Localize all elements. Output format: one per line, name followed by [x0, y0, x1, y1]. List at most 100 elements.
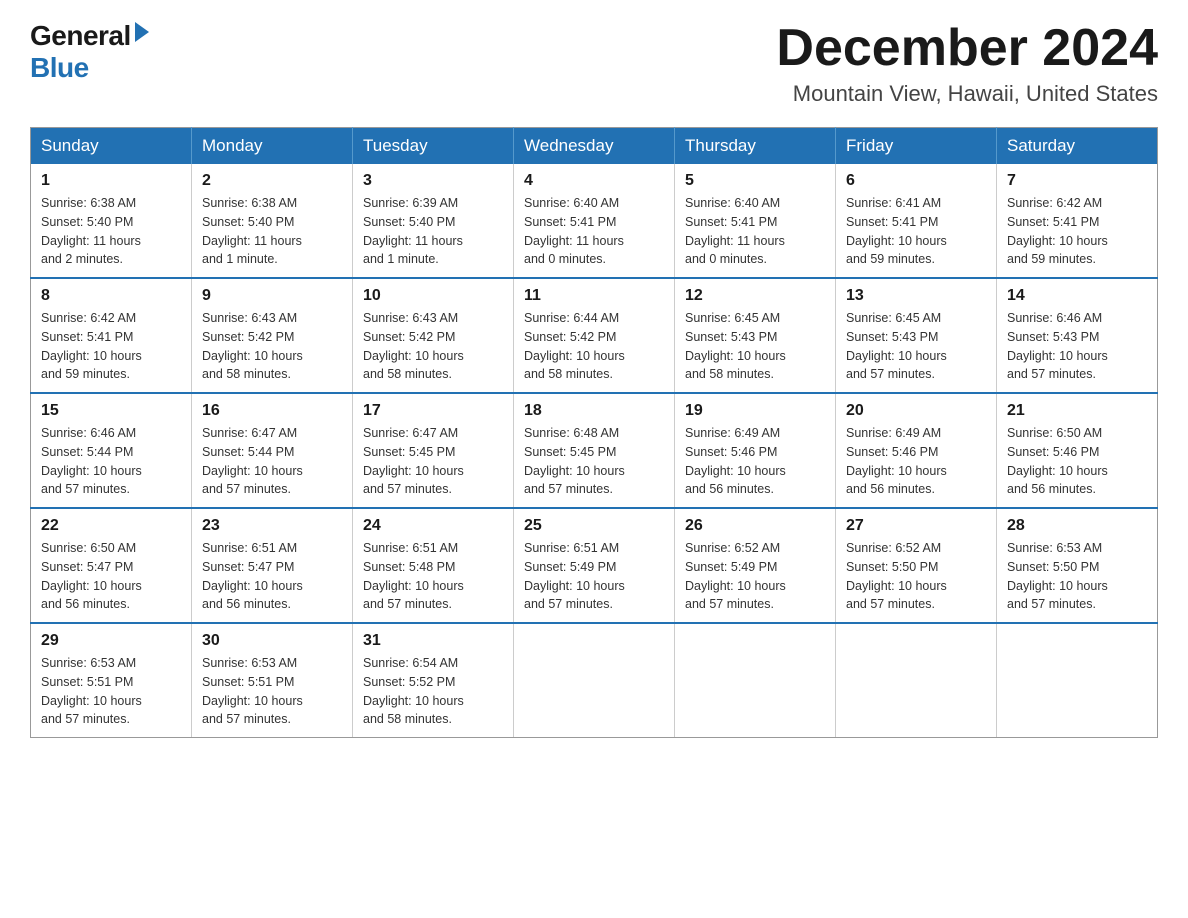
day-number: 21	[1007, 402, 1147, 420]
day-number: 15	[41, 402, 181, 420]
day-number: 18	[524, 402, 664, 420]
calendar-cell: 7Sunrise: 6:42 AM Sunset: 5:41 PM Daylig…	[997, 164, 1158, 278]
day-number: 16	[202, 402, 342, 420]
calendar-header-wednesday: Wednesday	[514, 128, 675, 165]
calendar-cell: 3Sunrise: 6:39 AM Sunset: 5:40 PM Daylig…	[353, 164, 514, 278]
day-number: 4	[524, 172, 664, 190]
day-info: Sunrise: 6:49 AM Sunset: 5:46 PM Dayligh…	[846, 424, 986, 499]
calendar-header-monday: Monday	[192, 128, 353, 165]
calendar-cell: 19 Sunrise: 6:49 AM Sunset: 5:46 PM Dayli…	[675, 393, 836, 508]
calendar-week-row: 15 Sunrise: 6:46 AM Sunset: 5:44 PM Dayli…	[31, 393, 1158, 508]
day-info: Sunrise: 6:48 AM Sunset: 5:45 PM Dayligh…	[524, 424, 664, 499]
calendar-cell: 11 Sunrise: 6:44 AM Sunset: 5:42 PM Dayli…	[514, 278, 675, 393]
day-number: 8	[41, 287, 181, 305]
day-number: 24	[363, 517, 503, 535]
day-number: 26	[685, 517, 825, 535]
calendar-cell: 26 Sunrise: 6:52 AM Sunset: 5:49 PM Dayli…	[675, 508, 836, 623]
logo: General Blue	[30, 20, 149, 84]
calendar-cell: 10Sunrise: 6:43 AM Sunset: 5:42 PM Dayli…	[353, 278, 514, 393]
day-info: Sunrise: 6:43 AM Sunset: 5:42 PM Dayligh…	[363, 309, 503, 384]
calendar-cell: 20 Sunrise: 6:49 AM Sunset: 5:46 PM Dayli…	[836, 393, 997, 508]
day-number: 13	[846, 287, 986, 305]
day-number: 14	[1007, 287, 1147, 305]
day-number: 19	[685, 402, 825, 420]
calendar-cell: 24Sunrise: 6:51 AM Sunset: 5:48 PM Dayli…	[353, 508, 514, 623]
calendar-cell	[514, 623, 675, 738]
day-info: Sunrise: 6:45 AM Sunset: 5:43 PM Dayligh…	[846, 309, 986, 384]
day-info: Sunrise: 6:51 AM Sunset: 5:47 PM Dayligh…	[202, 539, 342, 614]
calendar-week-row: 8 Sunrise: 6:42 AM Sunset: 5:41 PM Daylig…	[31, 278, 1158, 393]
day-number: 30	[202, 632, 342, 650]
day-info: Sunrise: 6:51 AM Sunset: 5:49 PM Dayligh…	[524, 539, 664, 614]
calendar-cell: 23 Sunrise: 6:51 AM Sunset: 5:47 PM Dayli…	[192, 508, 353, 623]
calendar-cell: 27 Sunrise: 6:52 AM Sunset: 5:50 PM Dayli…	[836, 508, 997, 623]
day-info: Sunrise: 6:54 AM Sunset: 5:52 PM Dayligh…	[363, 654, 503, 729]
day-info: Sunrise: 6:40 AM Sunset: 5:41 PM Dayligh…	[524, 194, 664, 269]
location-title: Mountain View, Hawaii, United States	[776, 81, 1158, 107]
day-info: Sunrise: 6:50 AM Sunset: 5:46 PM Dayligh…	[1007, 424, 1147, 499]
calendar-cell: 13 Sunrise: 6:45 AM Sunset: 5:43 PM Dayli…	[836, 278, 997, 393]
day-number: 23	[202, 517, 342, 535]
calendar-week-row: 22 Sunrise: 6:50 AM Sunset: 5:47 PM Dayli…	[31, 508, 1158, 623]
day-number: 29	[41, 632, 181, 650]
title-section: December 2024 Mountain View, Hawaii, Uni…	[776, 20, 1158, 107]
day-number: 12	[685, 287, 825, 305]
calendar-cell: 30 Sunrise: 6:53 AM Sunset: 5:51 PM Dayli…	[192, 623, 353, 738]
day-info: Sunrise: 6:45 AM Sunset: 5:43 PM Dayligh…	[685, 309, 825, 384]
calendar-table: SundayMondayTuesdayWednesdayThursdayFrid…	[30, 127, 1158, 738]
day-number: 20	[846, 402, 986, 420]
calendar-cell: 15 Sunrise: 6:46 AM Sunset: 5:44 PM Dayli…	[31, 393, 192, 508]
calendar-cell: 25Sunrise: 6:51 AM Sunset: 5:49 PM Dayli…	[514, 508, 675, 623]
calendar-cell: 2 Sunrise: 6:38 AM Sunset: 5:40 PM Daylig…	[192, 164, 353, 278]
day-info: Sunrise: 6:40 AM Sunset: 5:41 PM Dayligh…	[685, 194, 825, 269]
calendar-cell	[675, 623, 836, 738]
day-number: 6	[846, 172, 986, 190]
calendar-cell: 6 Sunrise: 6:41 AM Sunset: 5:41 PM Daylig…	[836, 164, 997, 278]
month-title: December 2024	[776, 20, 1158, 77]
day-info: Sunrise: 6:47 AM Sunset: 5:44 PM Dayligh…	[202, 424, 342, 499]
calendar-cell: 22 Sunrise: 6:50 AM Sunset: 5:47 PM Dayli…	[31, 508, 192, 623]
calendar-week-row: 1Sunrise: 6:38 AM Sunset: 5:40 PM Daylig…	[31, 164, 1158, 278]
day-number: 11	[524, 287, 664, 305]
calendar-cell: 29Sunrise: 6:53 AM Sunset: 5:51 PM Dayli…	[31, 623, 192, 738]
calendar-header-saturday: Saturday	[997, 128, 1158, 165]
logo-triangle-icon	[135, 22, 149, 42]
day-info: Sunrise: 6:50 AM Sunset: 5:47 PM Dayligh…	[41, 539, 181, 614]
day-number: 2	[202, 172, 342, 190]
day-number: 17	[363, 402, 503, 420]
day-number: 9	[202, 287, 342, 305]
calendar-cell: 5 Sunrise: 6:40 AM Sunset: 5:41 PM Daylig…	[675, 164, 836, 278]
day-info: Sunrise: 6:46 AM Sunset: 5:43 PM Dayligh…	[1007, 309, 1147, 384]
day-info: Sunrise: 6:42 AM Sunset: 5:41 PM Dayligh…	[41, 309, 181, 384]
day-number: 27	[846, 517, 986, 535]
day-info: Sunrise: 6:52 AM Sunset: 5:49 PM Dayligh…	[685, 539, 825, 614]
calendar-header-friday: Friday	[836, 128, 997, 165]
day-number: 5	[685, 172, 825, 190]
day-info: Sunrise: 6:39 AM Sunset: 5:40 PM Dayligh…	[363, 194, 503, 269]
calendar-cell: 18 Sunrise: 6:48 AM Sunset: 5:45 PM Dayli…	[514, 393, 675, 508]
day-info: Sunrise: 6:41 AM Sunset: 5:41 PM Dayligh…	[846, 194, 986, 269]
day-number: 28	[1007, 517, 1147, 535]
day-info: Sunrise: 6:53 AM Sunset: 5:50 PM Dayligh…	[1007, 539, 1147, 614]
calendar-cell: 4 Sunrise: 6:40 AM Sunset: 5:41 PM Daylig…	[514, 164, 675, 278]
day-number: 31	[363, 632, 503, 650]
calendar-cell	[836, 623, 997, 738]
calendar-cell: 9 Sunrise: 6:43 AM Sunset: 5:42 PM Daylig…	[192, 278, 353, 393]
day-info: Sunrise: 6:53 AM Sunset: 5:51 PM Dayligh…	[202, 654, 342, 729]
calendar-cell: 31 Sunrise: 6:54 AM Sunset: 5:52 PM Dayli…	[353, 623, 514, 738]
calendar-cell: 21 Sunrise: 6:50 AM Sunset: 5:46 PM Dayli…	[997, 393, 1158, 508]
day-info: Sunrise: 6:42 AM Sunset: 5:41 PM Dayligh…	[1007, 194, 1147, 269]
day-number: 22	[41, 517, 181, 535]
calendar-cell: 14 Sunrise: 6:46 AM Sunset: 5:43 PM Dayli…	[997, 278, 1158, 393]
day-info: Sunrise: 6:49 AM Sunset: 5:46 PM Dayligh…	[685, 424, 825, 499]
day-info: Sunrise: 6:46 AM Sunset: 5:44 PM Dayligh…	[41, 424, 181, 499]
day-info: Sunrise: 6:38 AM Sunset: 5:40 PM Dayligh…	[202, 194, 342, 269]
day-info: Sunrise: 6:43 AM Sunset: 5:42 PM Dayligh…	[202, 309, 342, 384]
calendar-cell: 1Sunrise: 6:38 AM Sunset: 5:40 PM Daylig…	[31, 164, 192, 278]
calendar-cell	[997, 623, 1158, 738]
day-info: Sunrise: 6:44 AM Sunset: 5:42 PM Dayligh…	[524, 309, 664, 384]
calendar-cell: 8 Sunrise: 6:42 AM Sunset: 5:41 PM Daylig…	[31, 278, 192, 393]
day-info: Sunrise: 6:52 AM Sunset: 5:50 PM Dayligh…	[846, 539, 986, 614]
day-info: Sunrise: 6:47 AM Sunset: 5:45 PM Dayligh…	[363, 424, 503, 499]
calendar-header-row: SundayMondayTuesdayWednesdayThursdayFrid…	[31, 128, 1158, 165]
